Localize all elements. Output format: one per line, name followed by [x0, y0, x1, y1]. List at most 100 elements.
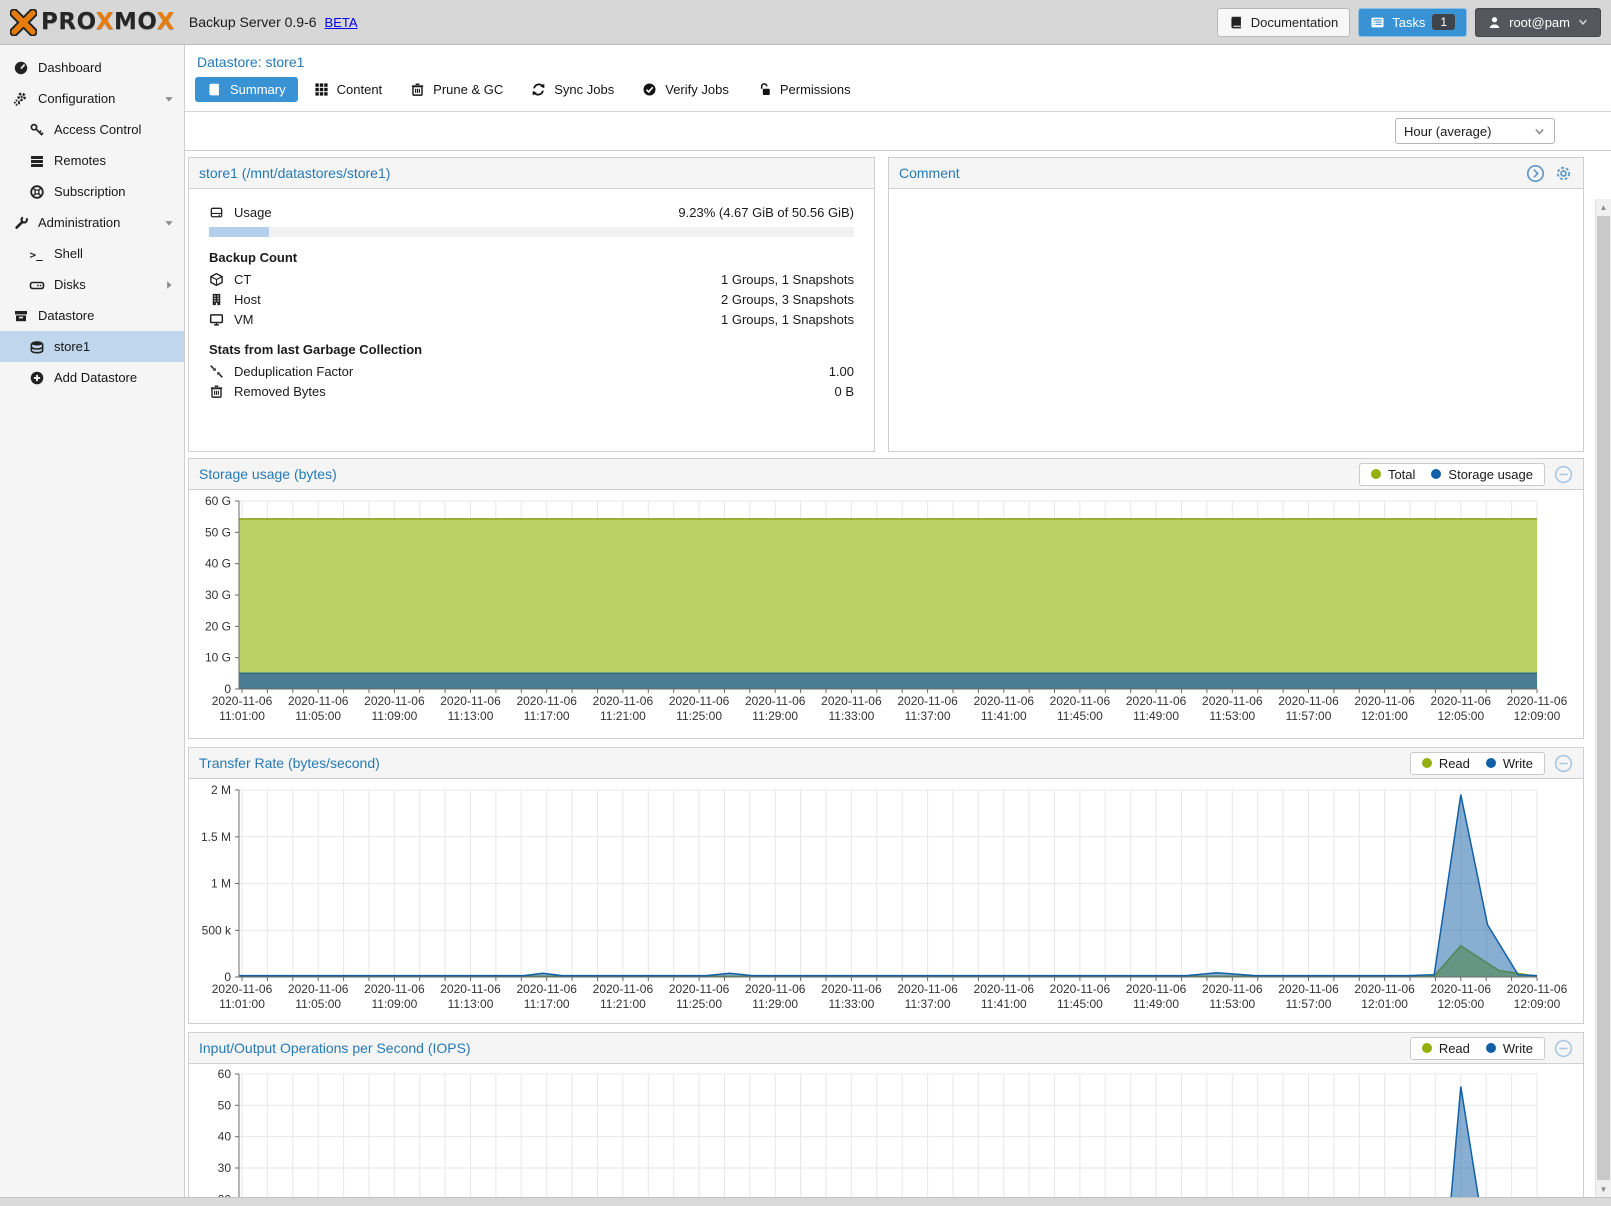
legend-label: Total	[1388, 467, 1415, 482]
scrollbar-thumb[interactable]	[1597, 216, 1610, 1180]
stat-row: CT1 Groups, 1 Snapshots	[209, 270, 854, 289]
minus-circle-icon[interactable]	[1554, 754, 1573, 773]
svg-text:11:33:00: 11:33:00	[828, 709, 874, 723]
tasks-button[interactable]: Tasks 1	[1358, 8, 1467, 37]
svg-text:2 M: 2 M	[211, 783, 231, 797]
legend-item-storage-usage[interactable]: Storage usage	[1431, 467, 1533, 482]
wrench-icon	[13, 215, 29, 231]
caret-down-icon	[163, 93, 175, 105]
gc-stats-heading: Stats from last Garbage Collection	[209, 342, 854, 357]
minus-circle-icon[interactable]	[1554, 465, 1573, 484]
tab-prune-gc[interactable]: Prune & GC	[398, 77, 515, 102]
gear-icon[interactable]	[1554, 164, 1573, 183]
svg-text:2020-11-06: 2020-11-06	[288, 694, 349, 708]
documentation-button[interactable]: Documentation	[1217, 8, 1350, 37]
sidebar-item-shell[interactable]: >_Shell	[0, 238, 184, 269]
usage-value: 9.23% (4.67 GiB of 50.56 GiB)	[678, 205, 854, 220]
gear-icon	[1554, 164, 1573, 183]
svg-text:40: 40	[218, 1130, 232, 1144]
key-icon	[29, 122, 45, 138]
svg-text:11:45:00: 11:45:00	[1057, 709, 1103, 723]
circle-chevron-right-icon[interactable]	[1526, 164, 1545, 183]
svg-text:2020-11-06: 2020-11-06	[1126, 694, 1187, 708]
legend-label: Write	[1503, 756, 1533, 771]
svg-text:2020-11-06: 2020-11-06	[1126, 982, 1187, 996]
chart-panel-storage-usage-bytes: Storage usage (bytes)TotalStorage usage6…	[188, 458, 1584, 739]
building-icon	[209, 292, 224, 307]
archive-icon	[13, 308, 29, 324]
tab-content[interactable]: Content	[302, 77, 395, 102]
logo-part: PRO	[41, 9, 96, 35]
stat-value: 1 Groups, 1 Snapshots	[721, 312, 854, 327]
chart-title: Input/Output Operations per Second (IOPS…	[199, 1040, 471, 1056]
svg-text:2020-11-06: 2020-11-06	[212, 982, 273, 996]
cube-icon	[209, 272, 224, 287]
legend-item-write[interactable]: Write	[1486, 1041, 1533, 1056]
sidebar-item-disks[interactable]: Disks	[0, 269, 184, 300]
sidebar-item-subscription[interactable]: Subscription	[0, 176, 184, 207]
topbar: PROXMOX Backup Server 0.9-6 BETA Documen…	[0, 0, 1611, 45]
tab-verify-jobs[interactable]: Verify Jobs	[630, 77, 741, 102]
svg-text:11:49:00: 11:49:00	[1133, 997, 1179, 1011]
svg-text:50 G: 50 G	[205, 525, 231, 539]
chart-legend: Read Write	[1410, 1037, 1545, 1060]
drive-icon	[209, 205, 224, 220]
sidebar-item-remotes[interactable]: Remotes	[0, 145, 184, 176]
range-select[interactable]: Hour (average)	[1395, 118, 1555, 144]
datastore-summary-panel: store1 (/mnt/datastores/store1) Usage 9.…	[188, 157, 875, 452]
logo-part: MO	[114, 9, 157, 35]
beta-link[interactable]: BETA	[325, 15, 358, 30]
minus-circle-icon[interactable]	[1554, 1039, 1573, 1058]
legend-dot-icon	[1371, 469, 1381, 479]
chart-body: 60 G50 G40 G30 G20 G10 G02020-11-0611:01…	[189, 490, 1583, 738]
legend-dot-icon	[1486, 758, 1496, 768]
svg-text:11:01:00: 11:01:00	[219, 997, 265, 1011]
vertical-scrollbar[interactable]: ▲ ▼	[1595, 199, 1611, 1197]
svg-text:11:53:00: 11:53:00	[1209, 709, 1255, 723]
legend-item-write[interactable]: Write	[1486, 756, 1533, 771]
product-subtitle: Backup Server 0.9-6	[189, 14, 317, 30]
book-icon	[1229, 15, 1244, 30]
gc-stats-rows: Deduplication Factor1.00Removed Bytes0 B	[209, 362, 854, 401]
sidebar-item-add-datastore[interactable]: Add Datastore	[0, 362, 184, 393]
usage-progress-fill	[209, 227, 269, 237]
legend-item-total[interactable]: Total	[1371, 467, 1415, 482]
sidebar-item-access-control[interactable]: Access Control	[0, 114, 184, 145]
chart-legend: Read Write	[1410, 752, 1545, 775]
svg-text:50: 50	[218, 1098, 232, 1112]
tab-summary[interactable]: Summary	[195, 77, 298, 102]
hdd-icon	[29, 277, 45, 293]
sidebar-item-store1[interactable]: store1	[0, 331, 184, 362]
sidebar-item-configuration[interactable]: Configuration	[0, 83, 184, 114]
page-title: Datastore: store1	[185, 45, 1611, 74]
support-icon	[29, 184, 45, 200]
sidebar-item-label: Dashboard	[38, 60, 102, 75]
svg-text:2020-11-06: 2020-11-06	[516, 694, 577, 708]
tab-permissions[interactable]: Permissions	[745, 77, 863, 102]
scroll-up-arrow-icon[interactable]: ▲	[1596, 199, 1611, 215]
chevron-down-icon	[1577, 16, 1589, 28]
svg-text:2020-11-06: 2020-11-06	[516, 982, 577, 996]
svg-text:2020-11-06: 2020-11-06	[1278, 694, 1339, 708]
sidebar-item-dashboard[interactable]: Dashboard	[0, 52, 184, 83]
usage-progress-bar	[209, 227, 854, 237]
comment-panel-header: Comment	[889, 158, 1583, 189]
user-menu-button[interactable]: root@pam	[1475, 8, 1601, 37]
legend-item-read[interactable]: Read	[1422, 756, 1470, 771]
scroll-down-arrow-icon[interactable]: ▼	[1596, 1181, 1611, 1197]
legend-item-read[interactable]: Read	[1422, 1041, 1470, 1056]
sidebar-item-datastore[interactable]: Datastore	[0, 300, 184, 331]
svg-text:11:21:00: 11:21:00	[600, 709, 646, 723]
stat-row: Host2 Groups, 3 Snapshots	[209, 290, 854, 309]
svg-text:2020-11-06: 2020-11-06	[1202, 982, 1263, 996]
chart-panel-header: Input/Output Operations per Second (IOPS…	[189, 1033, 1583, 1064]
list-icon	[29, 153, 45, 169]
bottom-scroll-strip[interactable]	[0, 1197, 1611, 1206]
sidebar: Dashboard ConfigurationAccess ControlRemo…	[0, 45, 185, 1206]
backup-count-rows: CT1 Groups, 1 SnapshotsHost2 Groups, 3 S…	[209, 270, 854, 329]
compress-icon	[209, 364, 224, 379]
svg-text:2020-11-06: 2020-11-06	[1354, 982, 1415, 996]
tab-sync-jobs[interactable]: Sync Jobs	[519, 77, 626, 102]
sidebar-item-administration[interactable]: Administration	[0, 207, 184, 238]
stat-value: 2 Groups, 3 Snapshots	[721, 292, 854, 307]
